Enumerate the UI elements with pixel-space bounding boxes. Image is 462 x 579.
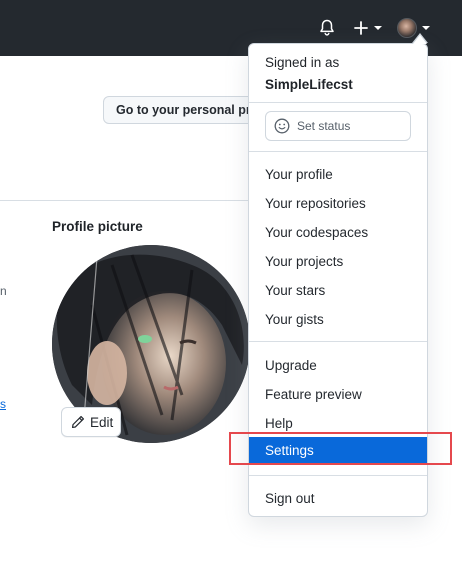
go-to-profile-button[interactable]: Go to your personal prof [103, 96, 263, 124]
menu-divider [249, 102, 427, 103]
smiley-icon [274, 118, 290, 134]
menu-divider [249, 151, 427, 152]
section-divider [0, 200, 248, 201]
plus-icon [353, 21, 368, 35]
set-status-label: Set status [297, 119, 351, 133]
menu-item-sign-out[interactable]: Sign out [249, 485, 427, 513]
signed-in-username: SimpleLifecst [265, 77, 353, 92]
menu-item-your-stars[interactable]: Your stars [249, 277, 427, 305]
menu-item-your-projects[interactable]: Your projects [249, 248, 427, 276]
menu-item-your-gists[interactable]: Your gists [249, 306, 427, 334]
chevron-down-icon [421, 26, 430, 30]
menu-divider [249, 475, 427, 476]
edit-label: Edit [90, 414, 114, 430]
menu-item-upgrade[interactable]: Upgrade [249, 352, 427, 380]
menu-item-your-repositories[interactable]: Your repositories [249, 190, 427, 218]
menu-pointer-fill [413, 35, 427, 44]
create-new-button[interactable] [350, 16, 384, 40]
menu-item-your-profile[interactable]: Your profile [249, 161, 427, 189]
signed-in-label: Signed in as [265, 55, 340, 70]
notifications-bell-icon[interactable] [316, 16, 338, 40]
menu-item-your-codespaces[interactable]: Your codespaces [249, 219, 427, 247]
edit-picture-button[interactable]: Edit [61, 407, 121, 437]
profile-picture-heading: Profile picture [52, 219, 143, 234]
clipped-link-fragment[interactable]: s [0, 397, 6, 411]
set-status-button[interactable]: Set status [265, 111, 411, 141]
menu-divider [249, 341, 427, 342]
chevron-down-icon [373, 26, 382, 30]
clipped-text-fragment: n [0, 284, 7, 298]
menu-item-feature-preview[interactable]: Feature preview [249, 381, 427, 409]
settings-highlight-box [229, 432, 452, 465]
pencil-icon [71, 415, 85, 429]
